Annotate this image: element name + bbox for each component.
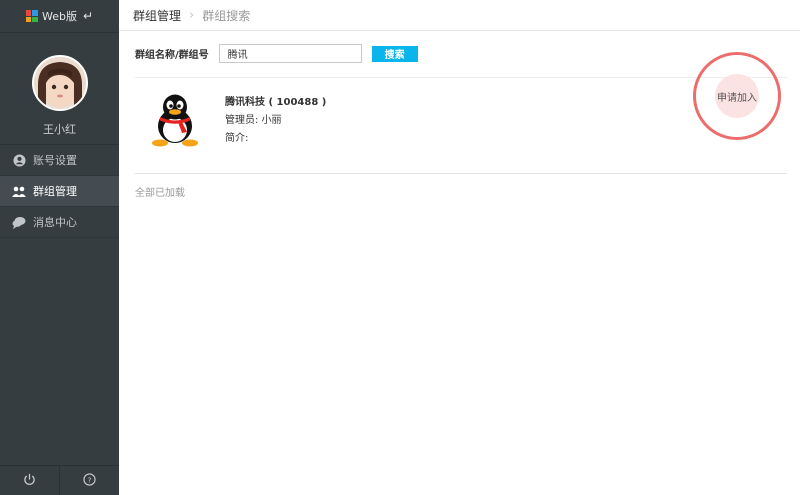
brand-label: Web版	[41, 10, 77, 23]
return-icon[interactable]: ↵	[83, 9, 93, 23]
windows-logo-icon	[25, 10, 38, 22]
group-info: 腾讯科技 ( 100488 ) 管理员: 小丽 简介:	[225, 94, 326, 148]
search-bar: 群组名称/群组号 搜索	[135, 44, 418, 63]
sidebar-item-message-center[interactable]: 消息中心	[0, 207, 119, 238]
group-admin: 管理员: 小丽	[225, 115, 282, 126]
avatar[interactable]	[31, 55, 88, 111]
search-input[interactable]	[218, 44, 362, 63]
group-name[interactable]: 腾讯科技 ( 100488 )	[225, 94, 326, 112]
help-button[interactable]: ?	[59, 466, 119, 495]
highlight-circle: 申请加入	[693, 52, 781, 140]
breadcrumb: 群组管理 › 群组搜索	[119, 0, 800, 31]
group-icon	[12, 184, 26, 198]
chat-icon	[12, 215, 26, 229]
apply-join-button[interactable]: 申请加入	[717, 89, 757, 104]
breadcrumb-group-search: 群组搜索	[202, 8, 251, 23]
sidebar-nav: 账号设置 群组管理 消息中心	[0, 145, 119, 238]
search-label: 群组名称/群组号	[135, 50, 209, 61]
brand[interactable]: Web版 ↵	[0, 0, 119, 33]
sidebar: Web版 ↵ 王小红 账号设置 群组管理 消息中心 ?	[0, 0, 119, 495]
svg-text:?: ?	[88, 475, 92, 484]
power-icon	[23, 473, 36, 489]
user-profile: 王小红	[0, 33, 119, 145]
user-icon	[12, 153, 26, 167]
list-item: 腾讯科技 ( 100488 ) 管理员: 小丽 简介:	[135, 78, 787, 174]
breadcrumb-group-management[interactable]: 群组管理	[133, 7, 181, 24]
sidebar-footer: ?	[0, 465, 119, 495]
list-status: 全部已加载	[135, 188, 185, 199]
sidebar-item-account-settings[interactable]: 账号设置	[0, 145, 119, 176]
sidebar-item-label: 账号设置	[33, 154, 77, 167]
power-button[interactable]	[0, 466, 59, 495]
sidebar-item-label: 消息中心	[33, 216, 77, 229]
search-button[interactable]: 搜索	[371, 45, 418, 62]
chevron-right-icon: ›	[189, 7, 195, 23]
group-intro: 简介:	[225, 133, 249, 144]
sidebar-item-label: 群组管理	[33, 185, 77, 198]
sidebar-item-group-management[interactable]: 群组管理	[0, 176, 119, 207]
highlight-dot: 申请加入	[715, 74, 759, 118]
username: 王小红	[43, 123, 76, 136]
qq-penguin-icon	[150, 93, 200, 148]
main-content: 群组管理 › 群组搜索 群组名称/群组号 搜索	[119, 0, 800, 495]
help-icon: ?	[83, 472, 96, 489]
